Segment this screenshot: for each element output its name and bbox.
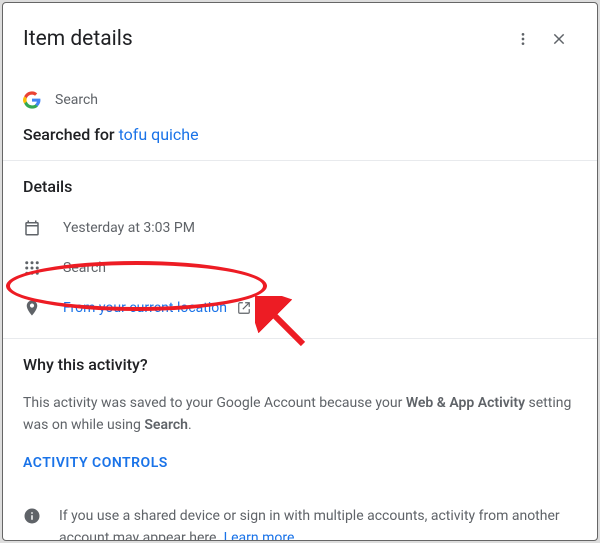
timestamp-value: Yesterday at 3:03 PM <box>63 220 195 236</box>
location-pin-icon <box>23 299 41 317</box>
shared-device-text: If you use a shared device or sign in wi… <box>59 505 577 540</box>
source-label: Search <box>55 92 98 108</box>
detail-row-timestamp: Yesterday at 3:03 PM <box>23 214 577 242</box>
close-icon <box>551 31 567 47</box>
info-icon <box>23 507 41 525</box>
search-query-link[interactable]: tofu quiche <box>119 125 199 144</box>
more-options-button[interactable] <box>505 21 541 57</box>
details-section: Details Yesterday at 3:03 PM Search From… <box>3 161 597 339</box>
dialog-title: Item details <box>23 27 505 51</box>
source-row: Search <box>23 91 577 109</box>
why-explanation: This activity was saved to your Google A… <box>23 392 577 437</box>
open-external-icon <box>237 301 251 315</box>
learn-more-link[interactable]: Learn more <box>224 530 295 540</box>
item-details-dialog: Item details Search Searched for tofu qu… <box>2 2 598 541</box>
calendar-icon <box>23 219 41 237</box>
close-button[interactable] <box>541 21 577 57</box>
kebab-icon <box>515 31 531 47</box>
why-section: Why this activity? This activity was sav… <box>3 339 597 487</box>
activity-summary: Searched for tofu quiche <box>23 125 577 144</box>
source-section: Search Searched for tofu quiche <box>3 75 597 161</box>
detail-row-location: From your current location <box>23 294 577 322</box>
google-logo-icon <box>23 91 41 109</box>
why-heading: Why this activity? <box>23 355 577 374</box>
apps-grid-icon <box>23 259 41 277</box>
searched-prefix: Searched for <box>23 125 119 144</box>
details-heading: Details <box>23 177 577 196</box>
shared-device-note: If you use a shared device or sign in wi… <box>3 487 597 540</box>
location-link[interactable]: From your current location <box>63 300 251 316</box>
detail-row-product: Search <box>23 254 577 282</box>
location-link-text: From your current location <box>63 300 227 316</box>
activity-controls-link[interactable]: ACTIVITY CONTROLS <box>23 455 577 471</box>
dialog-header: Item details <box>3 3 597 75</box>
product-value: Search <box>63 260 106 276</box>
dialog-content: Search Searched for tofu quiche Details … <box>3 75 597 540</box>
